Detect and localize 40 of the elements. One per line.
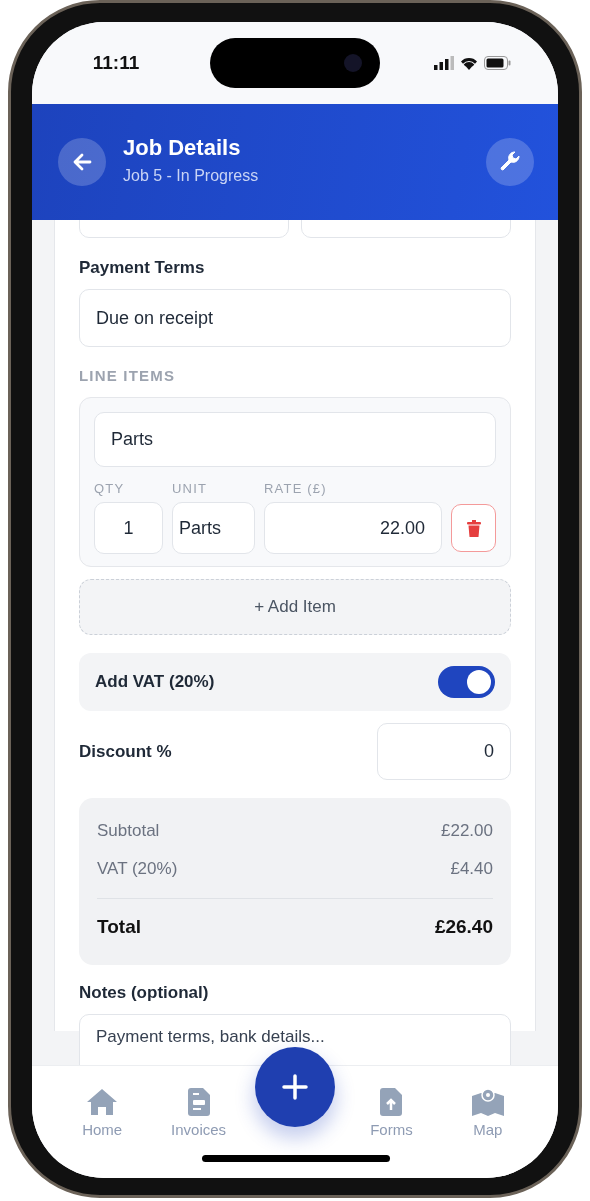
discount-label: Discount % <box>79 741 172 762</box>
vat-toggle[interactable] <box>438 666 495 698</box>
signal-icon <box>433 56 454 70</box>
page-title: Job Details <box>123 135 242 161</box>
battery-icon <box>483 56 511 70</box>
summary-label: Subtotal <box>97 821 160 841</box>
column-label: RATE (£) <box>264 481 328 496</box>
quantity-field[interactable]: 1 <box>94 502 163 554</box>
wrench-icon <box>499 151 521 173</box>
file-upload-icon <box>380 1088 403 1116</box>
add-item-button[interactable]: + Add Item <box>79 579 511 635</box>
trash-icon <box>466 519 481 537</box>
summary-value: £22.00 <box>441 821 493 841</box>
column-label: QTY <box>94 481 126 496</box>
summary-label: VAT (20%) <box>97 859 178 879</box>
back-button[interactable] <box>58 138 106 186</box>
section-heading: LINE ITEMS <box>79 367 176 384</box>
description-field[interactable]: Parts <box>94 412 496 467</box>
page-subtitle: Job 5 - In Progress <box>123 167 260 185</box>
home-icon <box>86 1088 119 1116</box>
back-arrow-icon <box>72 153 92 171</box>
discount-field[interactable]: 0 <box>377 723 511 780</box>
column-label: UNIT <box>172 481 209 496</box>
payment-terms-field[interactable]: Due on receipt <box>79 289 511 347</box>
status-time: 11:11 <box>92 52 141 74</box>
settings-button[interactable] <box>486 138 534 186</box>
summary-label: Total <box>97 916 141 938</box>
vat-label: Add VAT (20%) <box>95 672 215 692</box>
unit-field[interactable]: Parts <box>172 502 255 554</box>
rate-field[interactable]: 22.00 <box>264 502 442 554</box>
notes-field[interactable]: Payment terms, bank details... <box>79 1014 511 1065</box>
plus-icon <box>282 1074 308 1100</box>
wifi-icon <box>459 56 478 70</box>
field-label: Notes (optional) <box>79 983 210 1003</box>
summary-value: £26.40 <box>434 916 493 938</box>
document-icon <box>187 1088 210 1116</box>
map-icon <box>471 1088 504 1116</box>
summary-value: £4.40 <box>450 859 493 879</box>
delete-button[interactable] <box>451 504 496 552</box>
field-label: Payment Terms <box>79 258 206 278</box>
